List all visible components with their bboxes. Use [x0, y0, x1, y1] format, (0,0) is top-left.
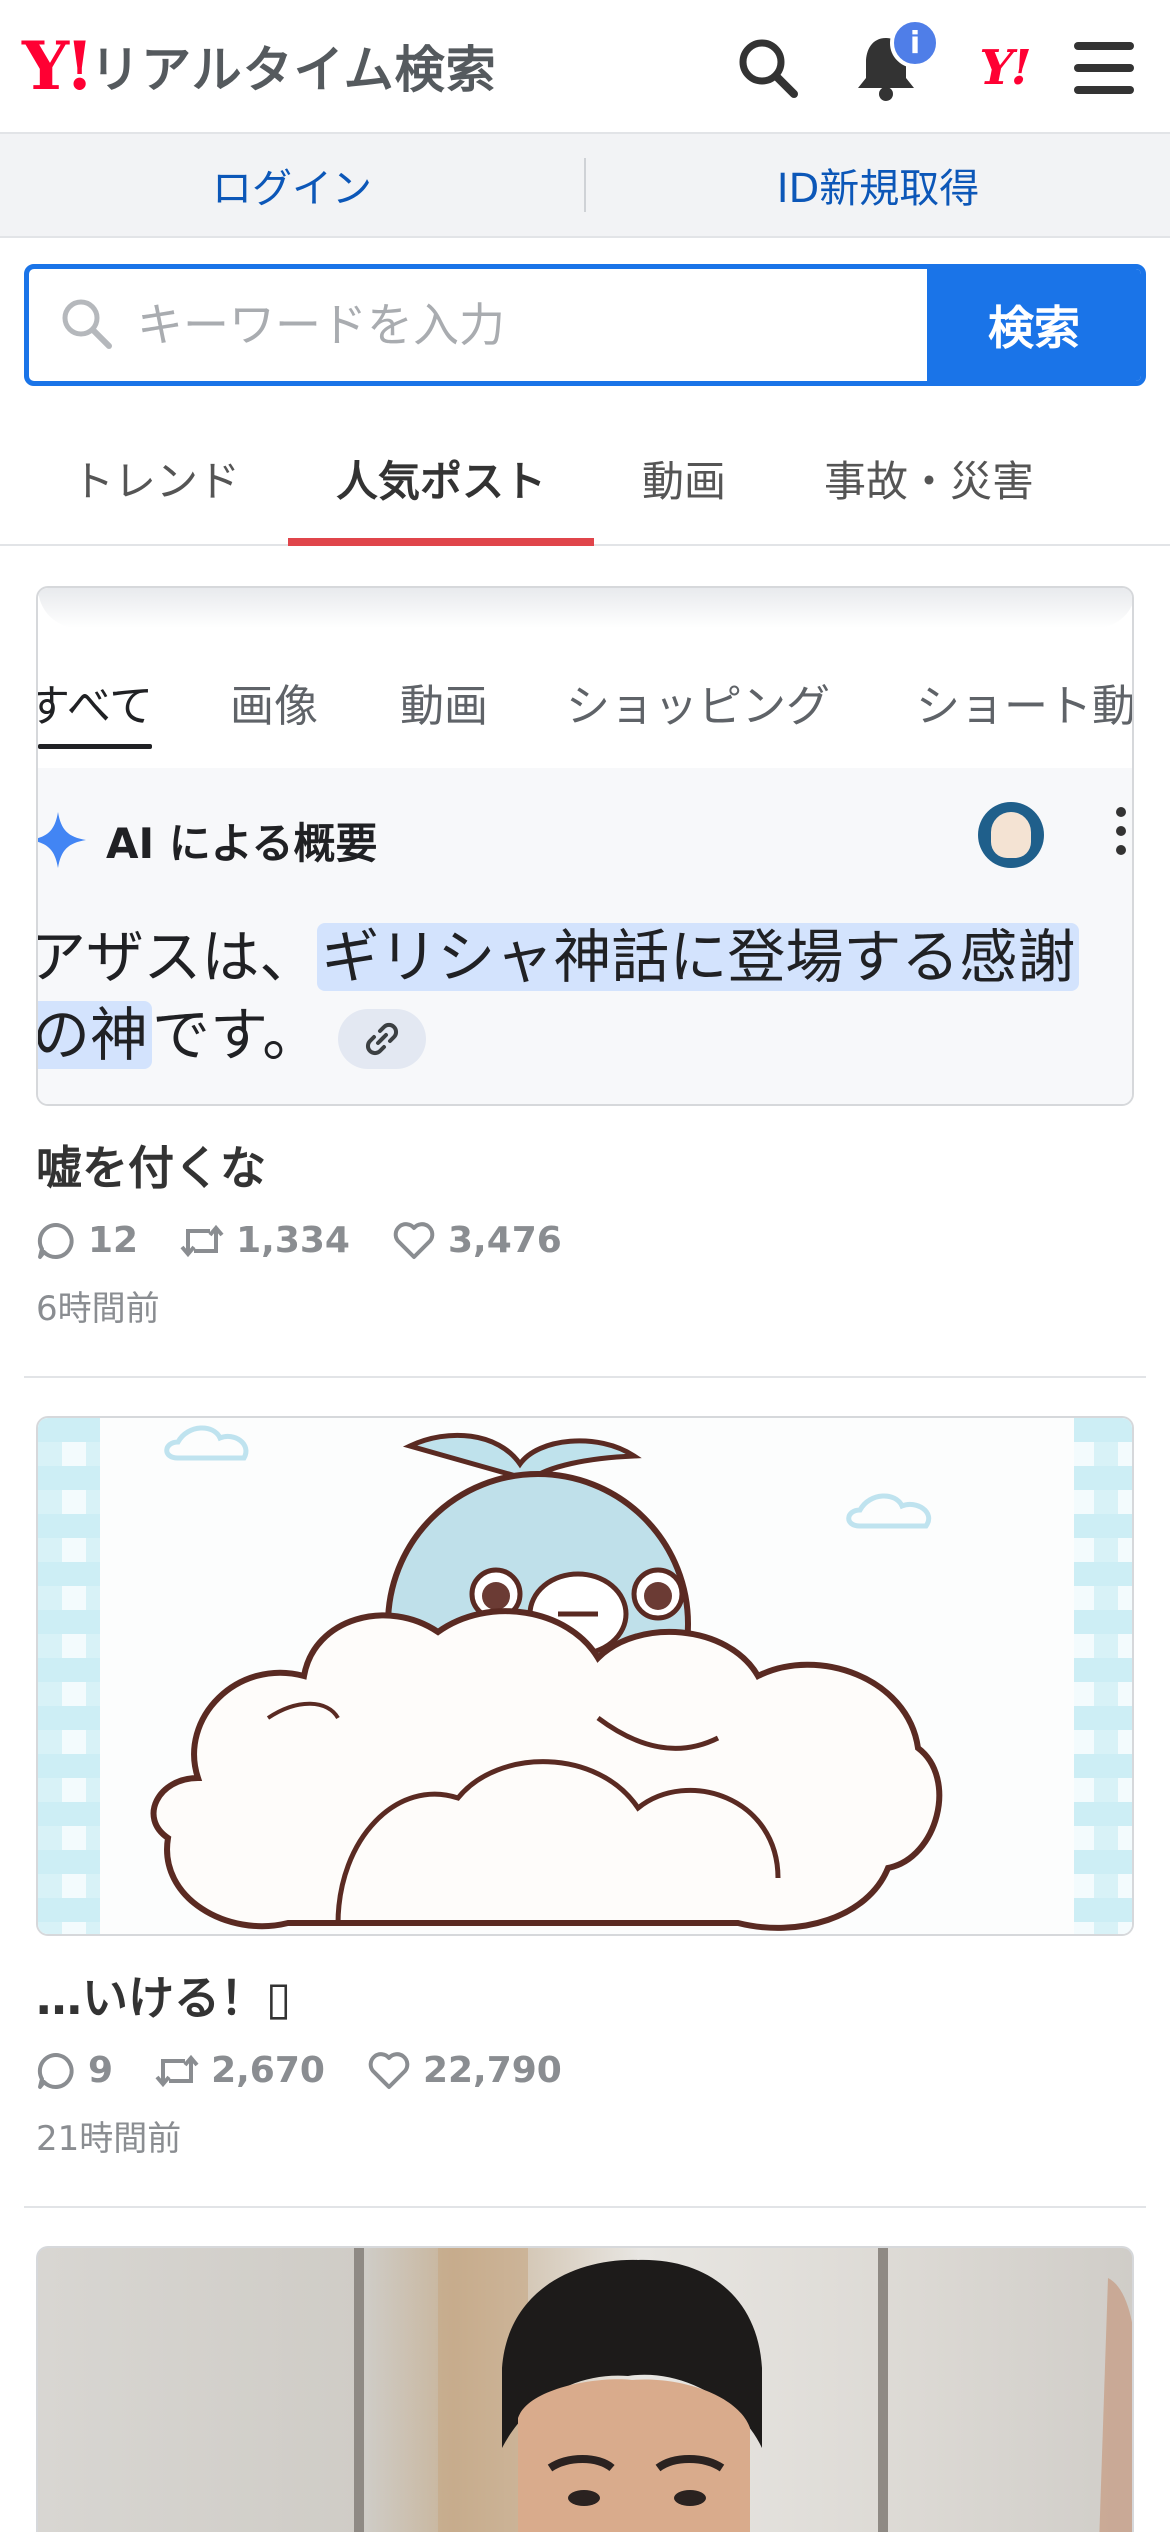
tab-trend[interactable]: トレンド — [72, 448, 240, 509]
repost-count[interactable]: 1,334 — [180, 1220, 350, 1261]
bell-icon[interactable]: i — [848, 18, 940, 106]
post-divider — [24, 2206, 1146, 2208]
avatar — [978, 802, 1044, 868]
post-card[interactable] — [36, 2246, 1134, 2532]
tab-popular-posts[interactable]: 人気ポスト — [336, 448, 546, 509]
post-title[interactable]: …いける！▯ — [36, 1962, 1134, 2028]
logo-mark: Y! — [22, 27, 94, 105]
signup-link[interactable]: ID新規取得 — [586, 156, 1170, 214]
tab-accident-disaster[interactable]: 事故・災害 — [824, 448, 1034, 509]
post-card[interactable]: すべて 画像 動画 ショッピング ショート動 AI による概要 アザスは、ギリシ… — [36, 586, 1134, 1330]
post-title[interactable]: 嘘を付くな — [36, 1132, 1134, 1198]
tab-video[interactable]: 動画 — [642, 448, 726, 509]
heart-icon — [393, 1221, 435, 1259]
yahoo-logo-icon[interactable]: Y! — [966, 30, 1042, 106]
login-link[interactable]: ログイン — [0, 156, 584, 214]
like-count[interactable]: 3,476 — [392, 1220, 562, 1261]
app-header: Y! リアルタイム検索 i Y! — [0, 0, 1170, 134]
yahoo-realtime-logo[interactable]: Y! リアルタイム検索 — [22, 26, 497, 106]
search-icon[interactable] — [730, 30, 806, 106]
post-time: 21時間前 — [36, 2119, 182, 2159]
post-image[interactable] — [36, 2246, 1134, 2532]
image-top-shadow — [38, 588, 1132, 628]
menu-icon[interactable] — [1066, 30, 1142, 106]
post-image[interactable] — [36, 1416, 1134, 1936]
ai-overview: AI による概要 アザスは、ギリシャ神話に登場する感謝 の神です。 — [38, 768, 1132, 1104]
notification-badge: i — [890, 18, 940, 68]
heart-icon — [368, 2051, 410, 2089]
post-time: 6時間前 — [36, 1289, 160, 1329]
reply-count[interactable]: 9 — [36, 2050, 113, 2091]
more-icon — [1114, 804, 1128, 862]
search-input[interactable] — [137, 298, 857, 352]
search-button[interactable]: 検索 — [927, 269, 1141, 381]
logo-text: リアルタイム検索 — [90, 41, 497, 99]
sparkle-icon — [38, 812, 86, 872]
category-tabs: トレンド 人気ポスト 動画 事故・災害 — [0, 410, 1170, 546]
search-icon — [59, 296, 113, 354]
ai-overview-heading: AI による概要 — [106, 819, 378, 868]
person-photo — [354, 2248, 1132, 2532]
post-stats: 12 1,334 3,476 — [36, 1220, 1134, 1261]
post-card[interactable]: …いける！▯ 9 2,670 22,790 21時間前 — [36, 1416, 1134, 2160]
post-image[interactable]: すべて 画像 動画 ショッピング ショート動 AI による概要 アザスは、ギリシ… — [36, 586, 1134, 1106]
search-bar: 検索 — [24, 264, 1146, 386]
post-stats: 9 2,670 22,790 — [36, 2050, 1134, 2091]
reply-icon — [37, 1222, 74, 1259]
search-field[interactable] — [29, 269, 927, 381]
repost-count[interactable]: 2,670 — [155, 2050, 325, 2091]
account-bar: ログイン ID新規取得 — [0, 134, 1170, 238]
active-tab-indicator — [288, 538, 594, 546]
repost-icon — [155, 2054, 199, 2087]
bird-on-cloud-illustration — [38, 1418, 1132, 1934]
reply-count[interactable]: 12 — [36, 1220, 138, 1261]
reply-icon — [37, 2052, 74, 2089]
post-divider — [24, 1376, 1146, 1378]
link-icon — [338, 1008, 427, 1069]
like-count[interactable]: 22,790 — [367, 2050, 562, 2091]
repost-icon — [180, 1224, 224, 1257]
image-search-tabs: すべて 画像 動画 ショッピング ショート動 — [38, 652, 1132, 762]
